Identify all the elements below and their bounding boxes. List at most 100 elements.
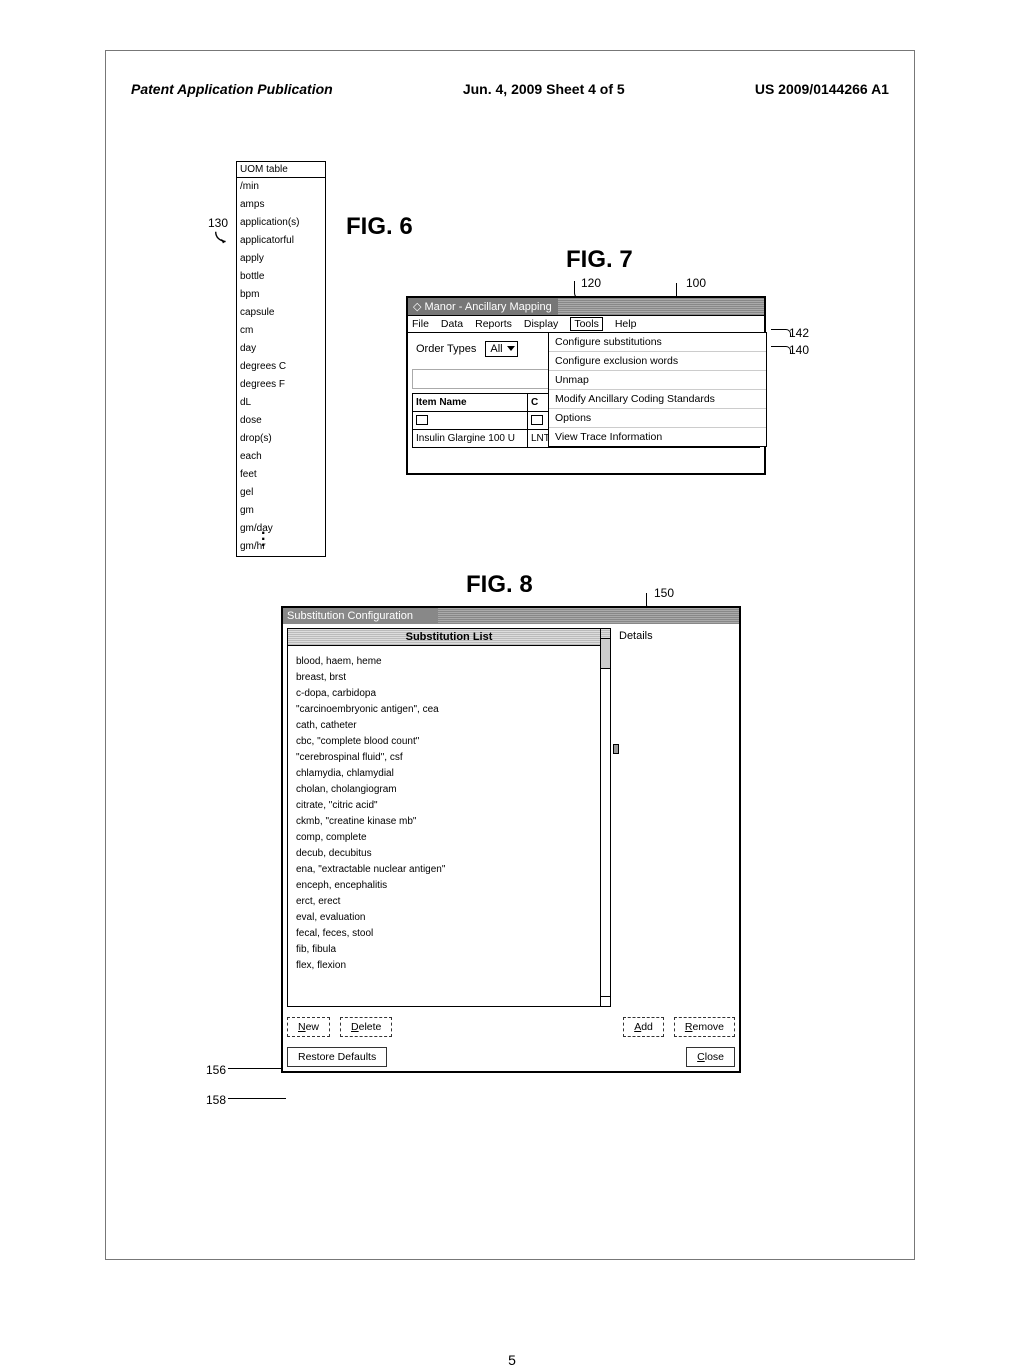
list-item[interactable]: breast, brst <box>296 670 602 686</box>
uom-row: drop(s) <box>237 430 325 448</box>
title-text: ◇ Manor - Ancillary Mapping <box>413 301 552 313</box>
close-button[interactable]: Close <box>686 1047 735 1067</box>
fig7-window: ◇ Manor - Ancillary Mapping File Data Repo… <box>406 296 766 475</box>
uom-row: gm/hr <box>237 538 325 556</box>
callout-140: 140 <box>789 343 809 357</box>
uom-row: gel <box>237 484 325 502</box>
list-item[interactable]: chlamydia, chlamydial <box>296 766 602 782</box>
list-item[interactable]: erct, erect <box>296 894 602 910</box>
uom-row: feet <box>237 466 325 484</box>
button-row-2: Restore Defaults Close <box>283 1043 739 1071</box>
callout-142: 142 <box>789 326 809 340</box>
leader-line-icon <box>771 329 791 337</box>
cell-item-name: Insulin Glargine 100 U <box>413 430 528 448</box>
list-item[interactable]: citrate, "citric acid" <box>296 798 602 814</box>
menu-item[interactable]: View Trace Information <box>549 428 766 446</box>
menu-item-file[interactable]: File <box>412 318 429 330</box>
uom-row: /min <box>237 178 325 196</box>
menu-item-tools[interactable]: Tools <box>570 317 603 331</box>
list-item[interactable]: decub, decubitus <box>296 846 602 862</box>
fig8-window: Substitution Configuration Substitution … <box>281 606 741 1073</box>
titlebar-pattern-icon <box>558 298 764 315</box>
remove-button[interactable]: Remove <box>674 1017 735 1037</box>
uom-row: amps <box>237 196 325 214</box>
fig8-label: FIG. 8 <box>466 571 533 599</box>
list-item[interactable]: flex, flexion <box>296 958 602 974</box>
content-area: FIG. 6 130 UOM table /minampsapplication… <box>106 171 914 1259</box>
uom-header: UOM table <box>237 162 325 178</box>
list-item[interactable]: "carcinoembryonic antigen", cea <box>296 702 602 718</box>
list-item[interactable]: fib, fibula <box>296 942 602 958</box>
window-title: ◇ Manor - Ancillary Mapping <box>408 298 764 315</box>
list-item[interactable]: cath, catheter <box>296 718 602 734</box>
list-item[interactable]: enceph, encephalitis <box>296 878 602 894</box>
scroll-thumb[interactable] <box>601 639 610 669</box>
uom-row: bpm <box>237 286 325 304</box>
menu-item[interactable]: Unmap <box>549 371 766 390</box>
right-button-group: Add Remove <box>623 1017 735 1037</box>
scroll-down-icon[interactable] <box>601 996 610 1006</box>
menu-item[interactable]: Modify Ancillary Coding Standards <box>549 390 766 409</box>
substitution-list-header: Substitution List <box>288 629 610 646</box>
list-item[interactable]: ena, "extractable nuclear antigen" <box>296 862 602 878</box>
left-button-group: New Delete <box>287 1017 392 1037</box>
menu-item-reports[interactable]: Reports <box>475 318 512 330</box>
menu-item[interactable]: Options <box>549 409 766 428</box>
details-panel: Details <box>615 628 735 1007</box>
uom-row: gm <box>237 502 325 520</box>
fig8-titlebar: Substitution Configuration <box>283 608 739 624</box>
list-item[interactable]: c-dopa, carbidopa <box>296 686 602 702</box>
details-body <box>615 644 735 802</box>
list-item[interactable]: "cerebrospinal fluid", csf <box>296 750 602 766</box>
list-item[interactable]: eval, evaluation <box>296 910 602 926</box>
header-right: US 2009/0144266 A1 <box>755 81 889 97</box>
fig8-main: Substitution List blood, haem, hemebreas… <box>283 624 739 1011</box>
arrow-130-icon <box>213 229 231 247</box>
fig7-label: FIG. 7 <box>566 246 633 274</box>
list-item[interactable]: cholan, cholangiogram <box>296 782 602 798</box>
uom-row: bottle <box>237 268 325 286</box>
splitter-handle-icon[interactable] <box>613 744 619 754</box>
filter-icon[interactable] <box>531 415 543 425</box>
details-header: Details <box>615 628 735 644</box>
button-row-1: New Delete Add Remove <box>283 1011 739 1043</box>
tools-dropdown-menu: Configure substitutionsConfigure exclusi… <box>548 332 767 447</box>
menu-item-help[interactable]: Help <box>615 318 637 330</box>
list-item[interactable]: blood, haem, heme <box>296 654 602 670</box>
callout-156: 156 <box>206 1063 226 1077</box>
order-types-row: Order Types All <box>416 341 518 357</box>
titlebar-pattern-icon <box>438 608 739 624</box>
list-item[interactable]: cbc, "complete blood count" <box>296 734 602 750</box>
uom-row: cm <box>237 322 325 340</box>
restore-defaults-button[interactable]: Restore Defaults <box>287 1047 387 1067</box>
menubar: File Data Reports Display Tools Help <box>408 315 764 333</box>
menu-item-data[interactable]: Data <box>441 318 463 330</box>
scroll-up-icon[interactable] <box>601 629 610 639</box>
callout-158: 158 <box>206 1093 226 1107</box>
uom-row: degrees F <box>237 376 325 394</box>
list-item[interactable]: ckmb, "creatine kinase mb" <box>296 814 602 830</box>
uom-row: applicatorful <box>237 232 325 250</box>
uom-row: day <box>237 340 325 358</box>
header-left: Patent Application Publication <box>131 81 333 97</box>
delete-button[interactable]: Delete <box>340 1017 392 1037</box>
ellipsis-icon: ··· <box>261 531 266 549</box>
add-button[interactable]: Add <box>623 1017 664 1037</box>
menu-item[interactable]: Configure exclusion words <box>549 352 766 371</box>
uom-row: apply <box>237 250 325 268</box>
page-number: 5 <box>508 1352 516 1368</box>
leader-line-icon <box>228 1068 286 1069</box>
new-button[interactable]: New <box>287 1017 330 1037</box>
menu-item-display[interactable]: Display <box>524 318 558 330</box>
order-types-dropdown[interactable]: All <box>485 341 517 357</box>
fig7-body: Order Types All Configure substitutionsC… <box>408 333 764 473</box>
scrollbar[interactable] <box>600 629 610 1006</box>
leader-line-icon <box>771 346 791 354</box>
list-item[interactable]: comp, complete <box>296 830 602 846</box>
menu-item[interactable]: Configure substitutions <box>549 333 766 352</box>
list-item[interactable]: fecal, feces, stool <box>296 926 602 942</box>
filter-icon[interactable] <box>416 415 428 425</box>
uom-row: each <box>237 448 325 466</box>
col-item-name: Item Name <box>413 394 528 412</box>
order-types-label: Order Types <box>416 343 476 355</box>
